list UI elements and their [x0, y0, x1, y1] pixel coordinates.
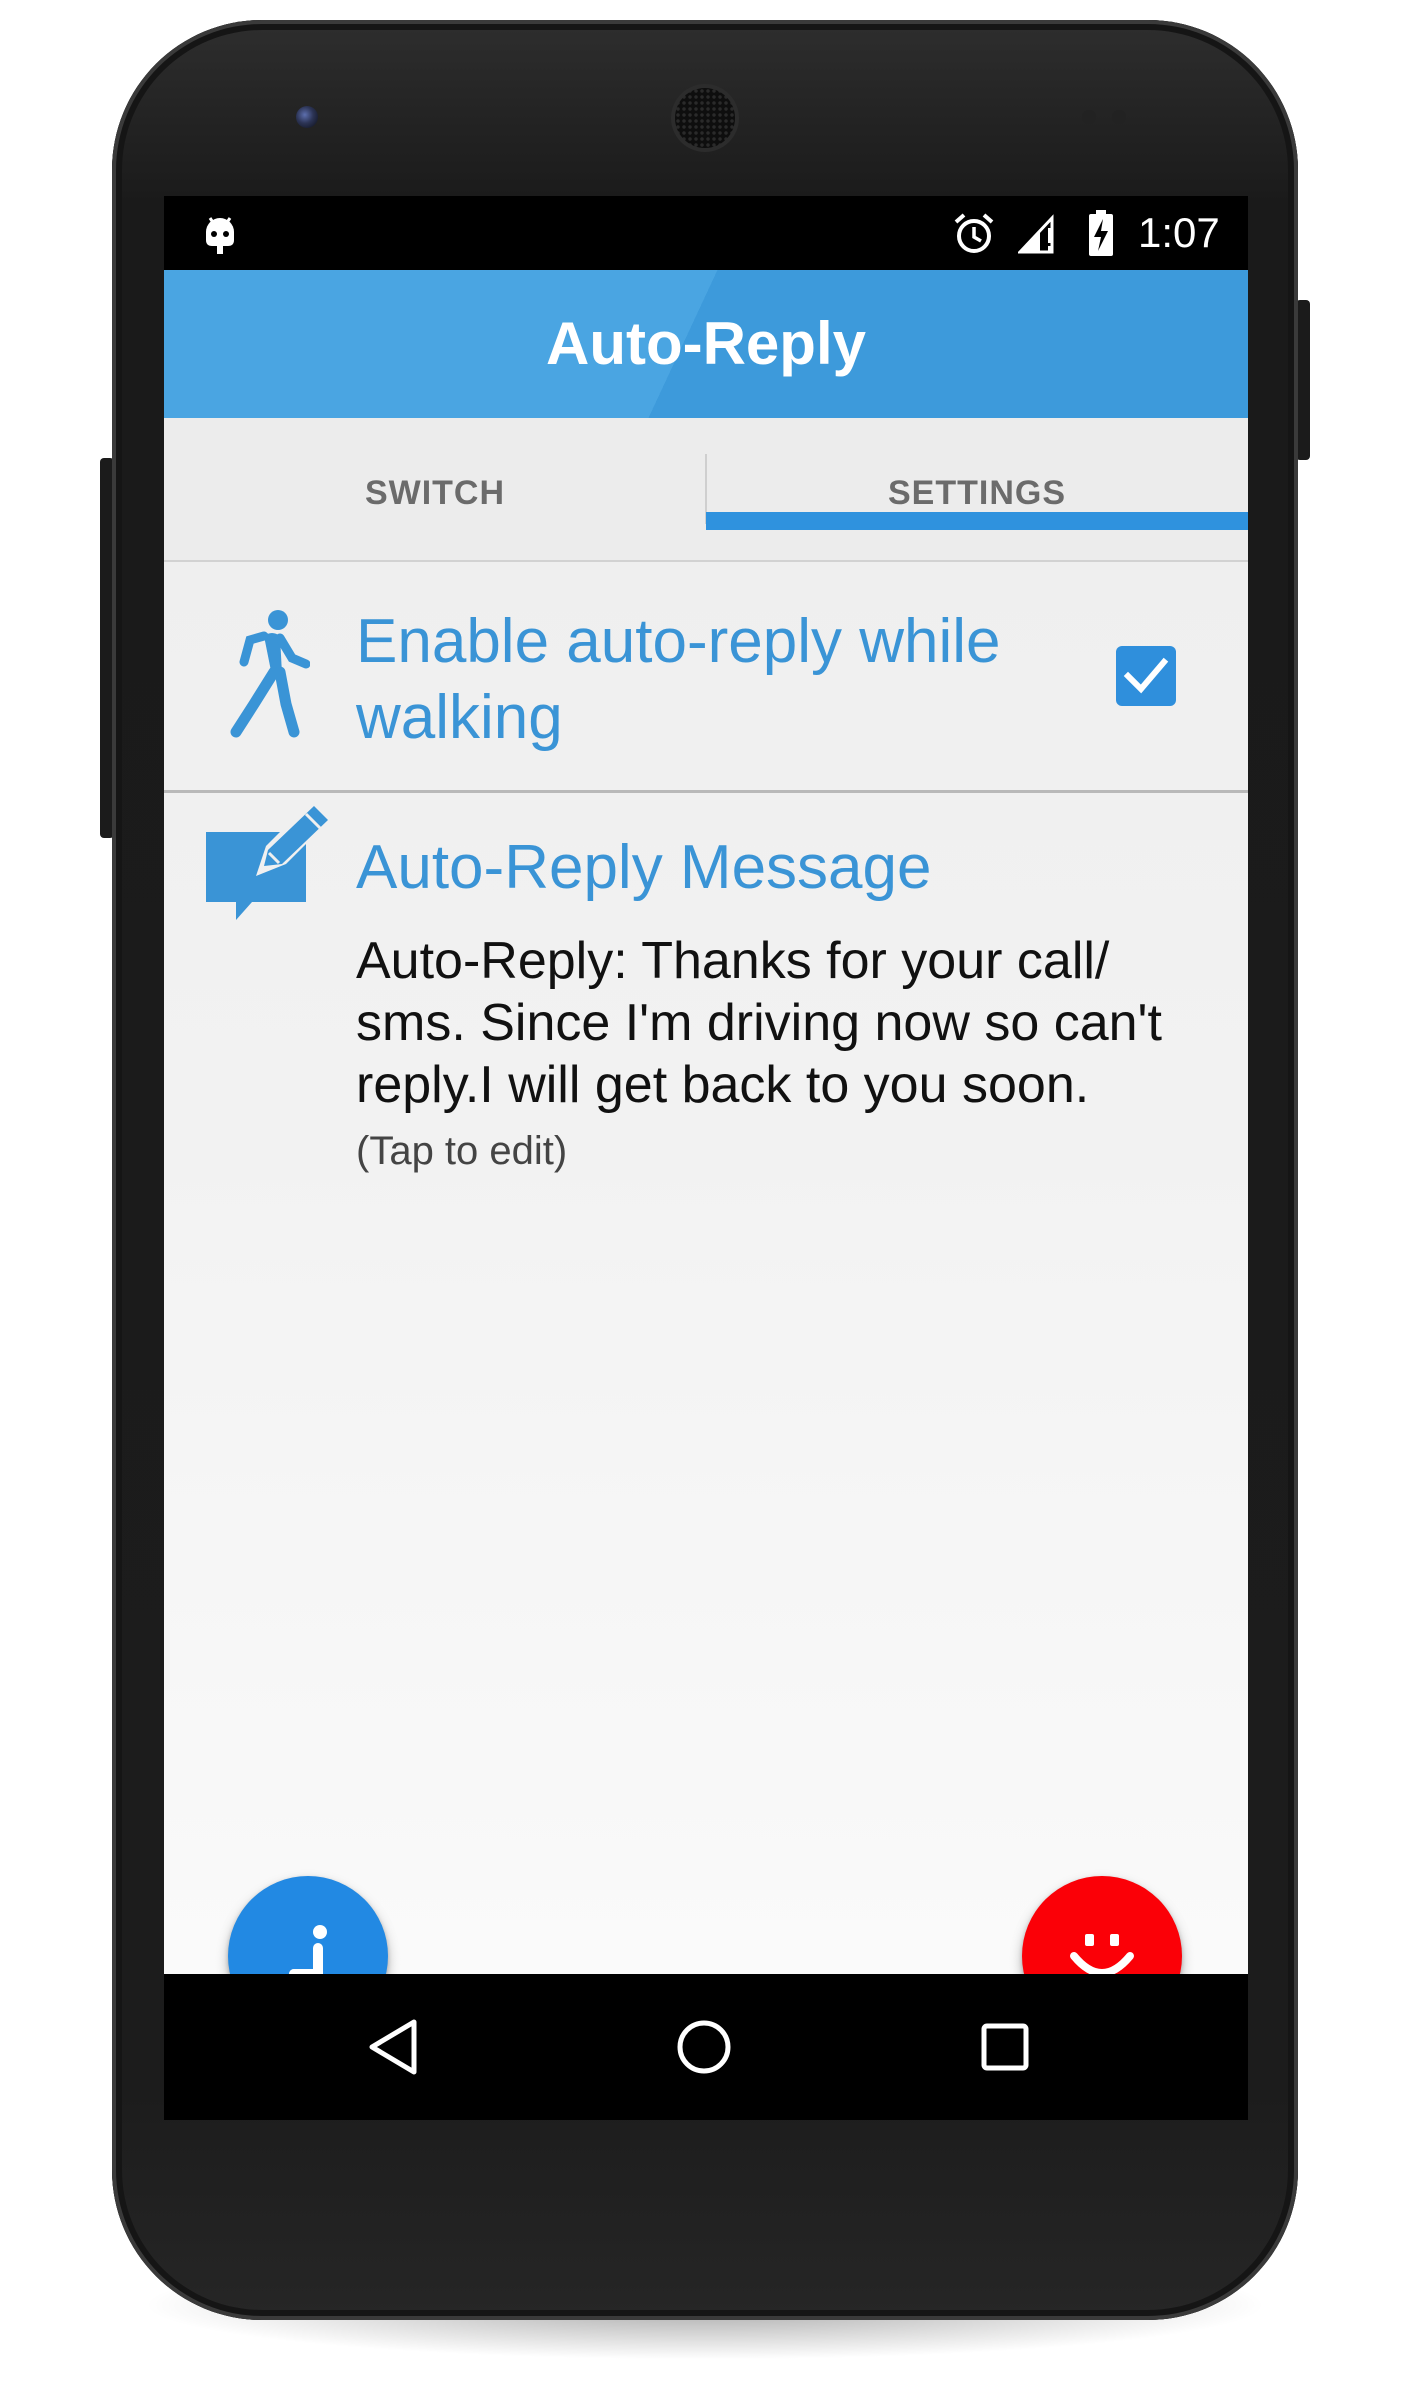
tab-bar: SWITCH SETTINGS	[164, 418, 1248, 564]
tap-to-edit-hint: (Tap to edit)	[356, 1129, 568, 1173]
walking-setting-row[interactable]: Enable auto-reply while walking	[164, 562, 1248, 793]
status-bar: 1:07	[164, 196, 1248, 270]
light-sensor	[1112, 110, 1126, 124]
alarm-icon	[954, 213, 994, 253]
android-debug-icon	[206, 217, 234, 254]
app-title: Auto-Reply	[546, 310, 866, 377]
navigation-bar	[164, 1974, 1248, 2120]
back-icon[interactable]	[362, 2012, 432, 2082]
edit-message-icon	[206, 806, 328, 920]
front-camera-icon	[296, 106, 318, 128]
tab-selected-indicator	[706, 512, 1248, 530]
signal-icon	[1018, 214, 1054, 254]
auto-reply-message-text: Auto-Reply: Thanks for your call/ sms. S…	[356, 932, 1162, 1114]
recents-icon[interactable]	[970, 2012, 1040, 2082]
earpiece-speaker	[675, 88, 735, 148]
walking-setting-label: Enable auto-reply while walking	[356, 607, 1001, 752]
battery-charging-icon	[1089, 210, 1113, 256]
message-setting-title: Auto-Reply Message	[356, 833, 932, 902]
tab-switch[interactable]: SWITCH	[164, 418, 706, 560]
settings-content: Enable auto-reply while walking Auto-Rep…	[164, 562, 1248, 2036]
message-setting-row[interactable]: Auto-Reply Message Auto-Reply: Thanks fo…	[164, 794, 1248, 1214]
app-bar: Auto-Reply	[164, 270, 1248, 418]
device-mockup: 1:07 Auto-Reply SWITCH SETTINGS Enable a…	[0, 0, 1410, 2406]
checkmark-icon	[1123, 657, 1169, 694]
walking-checkbox[interactable]	[1116, 646, 1176, 706]
tab-settings[interactable]: SETTINGS	[706, 418, 1248, 560]
proximity-sensor	[1082, 110, 1096, 124]
screen: 1:07 Auto-Reply SWITCH SETTINGS Enable a…	[164, 196, 1248, 2120]
power-key	[1296, 300, 1310, 460]
home-icon[interactable]	[669, 2012, 739, 2082]
walking-person-icon	[230, 610, 310, 738]
status-time: 1:07	[1138, 209, 1220, 256]
